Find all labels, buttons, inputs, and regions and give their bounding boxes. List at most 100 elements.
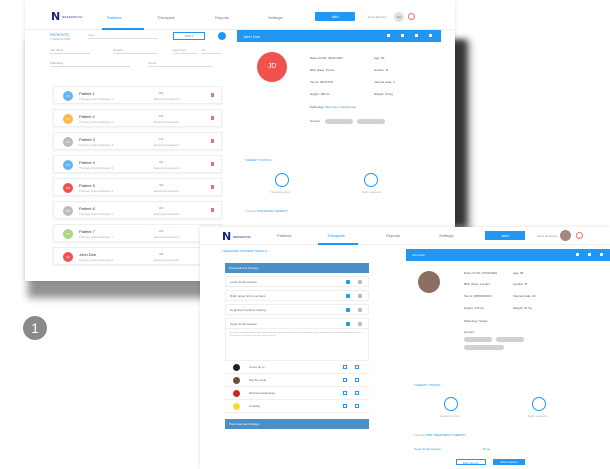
trash-icon[interactable] <box>211 116 214 120</box>
user-avatar[interactable]: Hw <box>394 12 404 22</box>
trash-icon[interactable] <box>211 93 214 97</box>
app-logo[interactable]: N <box>51 10 60 23</box>
filters-button[interactable]: Filters <box>173 32 205 40</box>
info-icon[interactable] <box>576 253 579 256</box>
avatar: P2 <box>63 114 73 124</box>
list-item[interactable]: P7 Patient 7 Therapy Chemotherapy 7 2/4 … <box>53 224 222 242</box>
edit-icon[interactable] <box>346 280 350 284</box>
list-item[interactable]: P3 Patient 3 Therapy Chemotherapy 3 1/4 … <box>53 132 222 150</box>
trash-icon[interactable] <box>211 162 214 166</box>
filter-pathology[interactable]: Pathology <box>50 61 130 67</box>
filter-name[interactable]: Lab name <box>50 48 90 54</box>
add-button[interactable]: Add <box>315 12 355 21</box>
start-session-button[interactable]: Start session <box>493 459 525 465</box>
chevron-down-icon[interactable] <box>358 308 362 312</box>
delete-icon[interactable] <box>355 391 359 395</box>
exercise-row[interactable]: Count up to <box>225 361 369 374</box>
avatar: P1 <box>63 91 73 101</box>
session-count: 2/4 <box>159 114 164 118</box>
patient-therapy: Therapy Chemotherapy 5 <box>79 189 114 193</box>
nav-patients[interactable]: Patients <box>107 15 121 20</box>
chevron-down-icon[interactable] <box>358 294 362 298</box>
chevron-up-icon[interactable] <box>358 322 362 326</box>
session-label: Executed sessions <box>154 166 180 170</box>
pathology-label: Pathology: Mel colon, Intestinemal <box>310 105 356 109</box>
session-count: 2/4 <box>159 229 164 233</box>
document-icon[interactable] <box>588 253 591 256</box>
daily-sessions-gauge <box>364 173 378 187</box>
document-icon[interactable] <box>415 34 418 37</box>
power-icon[interactable] <box>576 232 583 239</box>
nav-reports[interactable]: Reports <box>386 233 400 238</box>
edit-therapy-button[interactable]: Edit therapy <box>456 459 486 465</box>
patient-name: Patient 7 <box>79 229 95 234</box>
power-icon[interactable] <box>408 13 415 20</box>
patient-therapy: Therapy Chemotherapy 6 <box>79 212 114 216</box>
patient-name: John Doe <box>79 252 97 257</box>
patient-photo <box>418 271 440 293</box>
detail-title: John Doe <box>243 34 261 39</box>
breadcrumb[interactable]: THERAPIES | PATIENT DETAILS <box>222 249 267 253</box>
filter-gender[interactable]: Gender <box>113 48 158 54</box>
patient-therapy: Therapy Chemotherapy 8 <box>79 258 114 262</box>
trash-icon[interactable] <box>211 185 214 189</box>
therapy-row[interactable]: Therapy STANDARD THERAPY <box>245 209 288 213</box>
list-item[interactable]: P2 Patient 2 Therapy Chemotherapy 2 2/4 … <box>53 109 222 127</box>
app-logo[interactable]: N <box>222 230 231 243</box>
edit-icon[interactable] <box>343 391 347 395</box>
nav-settings[interactable]: Settings <box>268 15 282 20</box>
user-name: Hans de Boolet <box>537 234 558 238</box>
list-item[interactable]: P4 Patient 4 Therapy Chemotherapy 4 3/4 … <box>53 155 222 173</box>
step-badge: 1 <box>23 316 47 340</box>
group-chip <box>464 345 504 350</box>
settings-icon[interactable] <box>600 253 603 256</box>
patient-name: Patient 3 <box>79 137 95 142</box>
search-input[interactable]: Seek <box>88 33 158 39</box>
nav-reports[interactable]: Reports <box>215 15 229 20</box>
edit-icon[interactable] <box>343 365 347 369</box>
list-item[interactable]: Cognitive functions training <box>225 304 369 315</box>
exercise-row[interactable]: Discover landscape <box>225 387 369 400</box>
therapy-row[interactable]: Therapy PRE-TREATMENT THERAPY <box>414 433 466 437</box>
filter-group[interactable]: Group <box>148 61 213 67</box>
edit-icon[interactable] <box>343 404 347 408</box>
edit-icon[interactable] <box>346 308 350 312</box>
list-item[interactable]: Lower limbs session <box>225 276 369 287</box>
user-avatar[interactable] <box>560 230 571 241</box>
session-count: 0/4 <box>159 91 164 95</box>
list-item[interactable]: P6 Patient 6 Therapy Chemotherapy 6 0/4 … <box>53 201 222 219</box>
list-item[interactable]: Right upper limb exercises <box>225 290 369 301</box>
delete-icon[interactable] <box>355 365 359 369</box>
weight-label: Weight: 70 Kg <box>374 92 393 96</box>
nav-therapies[interactable]: Therapies <box>157 15 175 20</box>
therapy-window: N NEPHROVIA Patients Therapies Reports S… <box>200 227 610 469</box>
delete-icon[interactable] <box>355 378 359 382</box>
trash-icon[interactable] <box>211 139 214 143</box>
chevron-down-icon[interactable] <box>358 280 362 284</box>
edit-icon[interactable] <box>346 322 350 326</box>
group-chip <box>464 337 492 342</box>
nav-therapies[interactable]: Therapies <box>327 233 345 238</box>
add-patient-button[interactable] <box>218 32 226 40</box>
edit-icon[interactable] <box>387 34 390 37</box>
edit-icon[interactable] <box>346 294 350 298</box>
delete-icon[interactable] <box>355 404 359 408</box>
list-item[interactable]: JD John Doe Therapy Chemotherapy 8 3/4 E… <box>53 247 222 265</box>
info-icon[interactable] <box>401 34 404 37</box>
daily-sessions-label: Daily sessions <box>528 414 548 418</box>
list-item[interactable]: P1 Patient 1 Therapy Chemotherapy 1 0/4 … <box>53 86 222 104</box>
nav-patients[interactable]: Patients <box>277 233 291 238</box>
trash-icon[interactable] <box>211 208 214 212</box>
list-item[interactable]: P5 Patient 5 Therapy Chemotherapy 5 4/4 … <box>53 178 222 196</box>
edit-icon[interactable] <box>343 378 347 382</box>
exercise-row[interactable]: Tap the mole <box>225 374 369 387</box>
filter-age-to[interactable]: To <box>202 48 222 54</box>
patient-name: Patient 6 <box>79 206 95 211</box>
filter-age-from[interactable]: Age From <box>173 48 198 54</box>
exercise-row[interactable]: Cooking <box>225 400 369 413</box>
settings-icon[interactable] <box>429 34 432 37</box>
nav-settings[interactable]: Settings <box>439 233 453 238</box>
exercise-icon <box>233 364 240 371</box>
list-item[interactable]: Upper limbs session <box>225 318 369 329</box>
add-button[interactable]: Add <box>485 231 525 240</box>
